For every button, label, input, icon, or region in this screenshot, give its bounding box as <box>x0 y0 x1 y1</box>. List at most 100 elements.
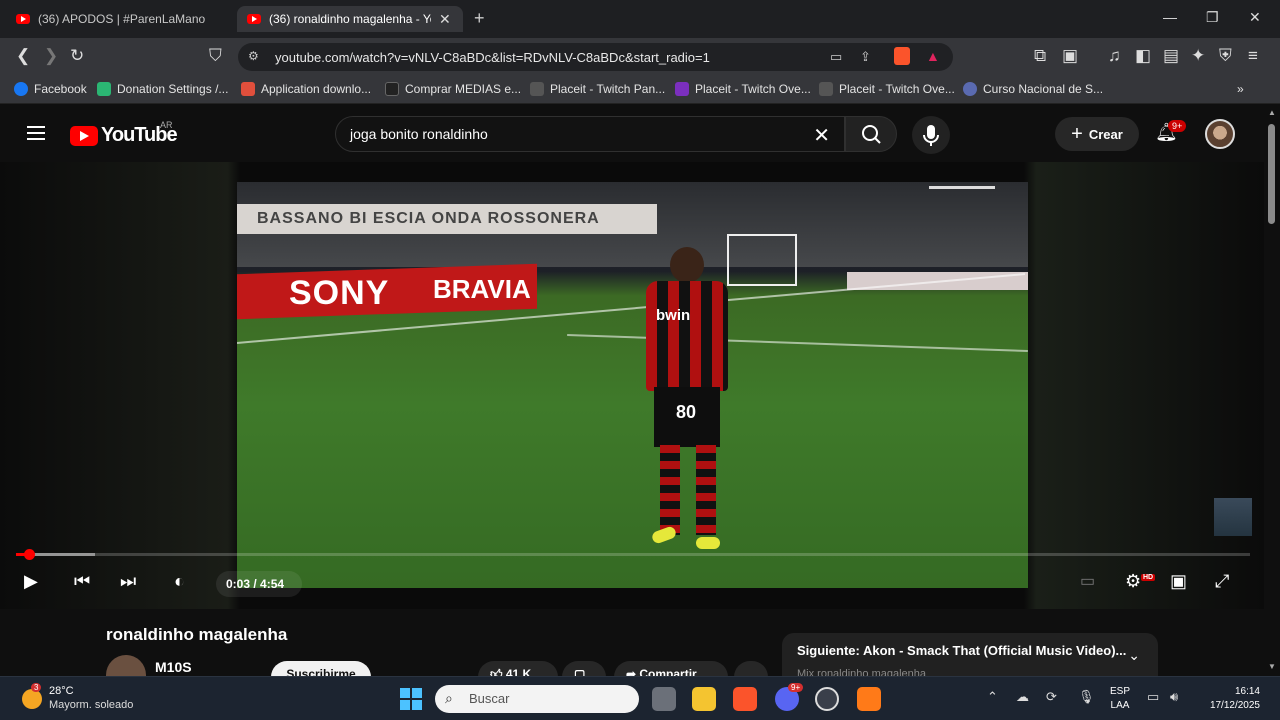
bookmark-placeit-1[interactable]: Placeit - Twitch Pan... <box>530 82 665 96</box>
bookmark-placeit-2[interactable]: Placeit - Twitch Ove... <box>675 82 811 96</box>
placeit-icon <box>530 82 544 96</box>
weather-icon[interactable] <box>22 689 42 709</box>
forward-icon[interactable]: ❯ <box>44 46 58 66</box>
system-clock[interactable]: 16:14 17/12/2025 <box>1200 685 1260 713</box>
up-next-card[interactable]: Siguiente: Akon - Smack That (Official M… <box>782 633 1158 680</box>
cloud-icon[interactable]: ☁ <box>1016 689 1029 705</box>
reload-icon[interactable]: ↻ <box>70 46 84 66</box>
file-explorer-icon[interactable] <box>692 687 716 711</box>
video-frame[interactable]: BASSANO BI ESCIA ONDA ROSSONERA SONY BRA… <box>237 182 1028 588</box>
footballer-leg <box>660 445 680 535</box>
microphone-icon <box>923 125 939 146</box>
streamlabs-icon <box>97 82 111 96</box>
network-icon[interactable]: ▭ <box>1147 689 1159 705</box>
search-button[interactable] <box>845 116 897 152</box>
restore-icon[interactable]: ❐ <box>1206 9 1219 26</box>
notification-badge: 9+ <box>1168 120 1187 132</box>
menu-icon[interactable]: ≡ <box>1248 46 1258 66</box>
tab-apodos[interactable]: (36) APODOS | #ParenLaMano - YouT <box>6 6 232 32</box>
bookmark-curso[interactable]: Curso Nacional de S... <box>963 82 1103 96</box>
channel-avatar[interactable] <box>106 655 146 677</box>
microphone-tray-icon[interactable]: 🎙︎ <box>1078 689 1095 705</box>
scrollbar-thumb[interactable] <box>1268 124 1275 224</box>
hd-badge: HD <box>1141 574 1156 581</box>
sidebar-icon[interactable]: ◧ <box>1135 46 1151 66</box>
channel-name[interactable]: M10S <box>155 659 192 675</box>
input-language[interactable]: ESP LAA <box>1110 685 1130 713</box>
tab-search-icon[interactable]: ▣ <box>1062 46 1078 66</box>
placeit-icon <box>819 82 833 96</box>
bookmark-label: Donation Settings /... <box>117 82 229 96</box>
obs-icon[interactable] <box>815 687 839 711</box>
bookmark-application[interactable]: Application downlo... <box>241 82 371 96</box>
volume-icon[interactable]: ◐ <box>174 571 185 592</box>
new-tab-icon[interactable]: + <box>474 8 485 29</box>
bookmark-medias[interactable]: Comprar MEDIAS e... <box>385 82 521 96</box>
volume-tray-icon[interactable]: 🔊︎ <box>1170 689 1178 705</box>
brave-rewards-icon[interactable]: ▲ <box>926 48 940 64</box>
video-overlay-line <box>929 186 995 189</box>
close-tab-icon[interactable]: ✕ <box>439 11 451 28</box>
close-window-icon[interactable]: ✕ <box>1249 9 1261 26</box>
wallet-icon[interactable]: ▤ <box>1163 46 1179 66</box>
guide-menu-icon[interactable] <box>27 126 45 144</box>
bookmark-label: Placeit - Twitch Pan... <box>550 82 666 96</box>
task-view-icon[interactable] <box>652 687 676 711</box>
footballer-figure: bwin 80 <box>632 247 742 549</box>
site-info-icon[interactable]: ⚙ <box>248 49 259 63</box>
scroll-up-icon[interactable]: ▲ <box>1268 108 1276 117</box>
tab-ronaldinho[interactable]: (36) ronaldinho magalenha - You ✕ <box>237 6 463 32</box>
shop-icon <box>385 82 399 96</box>
subtitles-icon[interactable]: ▭ <box>1080 571 1095 591</box>
play-icon[interactable]: ▶ <box>24 571 38 592</box>
media-icon[interactable]: ♫ <box>1108 46 1121 66</box>
chevron-down-icon[interactable]: ⌄ <box>1128 647 1140 664</box>
plus-icon: + <box>1071 122 1083 145</box>
cast-icon[interactable]: ▭ <box>830 49 842 65</box>
search-input[interactable]: joga bonito ronaldinho ✕ <box>335 116 845 152</box>
avatar[interactable] <box>1205 119 1235 149</box>
theater-mode-icon[interactable]: ▣ <box>1170 571 1187 592</box>
footballer-boot <box>696 537 720 549</box>
scroll-down-icon[interactable]: ▼ <box>1268 662 1276 671</box>
more-bookmarks-icon[interactable]: » <box>1237 82 1244 96</box>
clock-time: 16:14 <box>1234 686 1260 697</box>
bookmark-placeit-3[interactable]: Placeit - Twitch Ove... <box>819 82 955 96</box>
extensions-icon[interactable]: ⧉ <box>1034 46 1046 66</box>
fullscreen-icon[interactable]: ⤢ <box>1215 571 1229 592</box>
end-screen-thumbnail[interactable] <box>1214 498 1252 536</box>
windows-start-icon[interactable] <box>400 688 422 710</box>
vpn-icon[interactable]: ⛨ <box>1219 46 1232 66</box>
back-icon[interactable]: ❮ <box>16 46 30 66</box>
minimize-icon[interactable]: — <box>1163 9 1177 25</box>
video-player[interactable]: BASSANO BI ESCIA ONDA ROSSONERA SONY BRA… <box>0 162 1264 609</box>
brave-shield-icon[interactable] <box>894 47 910 65</box>
bookmark-icon[interactable]: ⛉ <box>209 46 222 66</box>
previous-icon[interactable]: ⏮︎ <box>74 571 90 592</box>
brave-browser-icon[interactable] <box>733 687 757 711</box>
next-icon[interactable]: ⏭︎ <box>120 571 136 592</box>
create-button[interactable]: + Crear <box>1055 117 1139 151</box>
clear-search-icon[interactable]: ✕ <box>813 123 830 148</box>
address-bar[interactable]: ⚙ youtube.com/watch?v=vNLV-C8aBDc&list=R… <box>238 43 953 71</box>
bookmark-donation[interactable]: Donation Settings /... <box>97 82 228 96</box>
temperature[interactable]: 28°C <box>49 685 74 697</box>
weather-condition[interactable]: Mayorm. soleado <box>49 699 133 711</box>
youtube-logo-icon <box>70 125 98 146</box>
voice-search-button[interactable] <box>912 116 950 154</box>
taskbar-search[interactable]: ⌕ Buscar <box>435 685 639 713</box>
progress-bar[interactable] <box>16 549 1250 560</box>
application-icon <box>241 82 255 96</box>
video-info: ronaldinho magalenha M10S Suscribirme 👍︎… <box>0 609 1264 681</box>
leo-ai-icon[interactable]: ✦ <box>1191 46 1205 66</box>
bookmarks-bar: Facebook Donation Settings /... Applicat… <box>0 76 1280 104</box>
footballer-head <box>670 247 704 283</box>
share-icon[interactable]: ⇪ <box>860 49 871 65</box>
page-scrollbar[interactable]: ▲ ▼ <box>1264 104 1280 676</box>
scrubber-handle[interactable] <box>23 549 35 560</box>
chevron-up-icon[interactable]: ⌃ <box>987 689 998 705</box>
bookmark-facebook[interactable]: Facebook <box>14 82 87 96</box>
sync-icon[interactable]: ⟳ <box>1046 689 1057 705</box>
settings-icon[interactable]: ⚙ <box>1125 571 1141 592</box>
app-icon[interactable] <box>857 687 881 711</box>
